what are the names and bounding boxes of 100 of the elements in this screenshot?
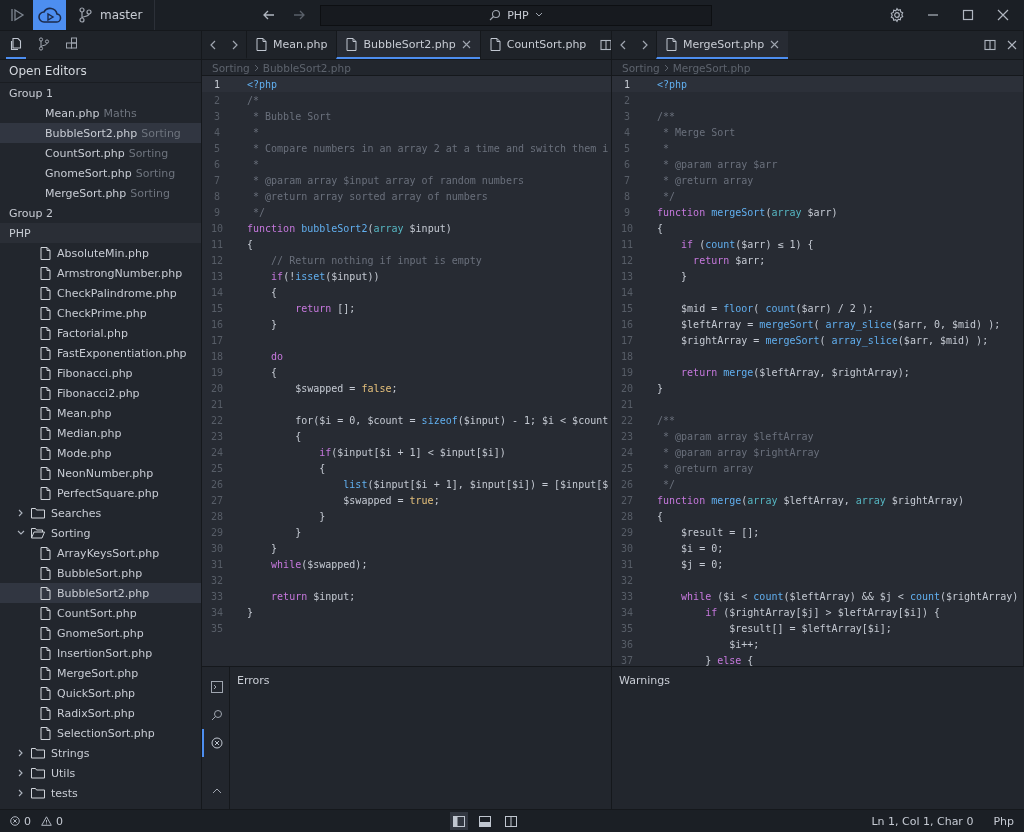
file-item[interactable]: BubbleSort.php: [0, 563, 201, 583]
open-editor-item[interactable]: Mean.php Maths: [0, 103, 201, 123]
maximize-icon[interactable]: [961, 8, 975, 22]
cloud-icon: [37, 6, 62, 24]
chevron-up-icon: [211, 787, 222, 795]
file-item[interactable]: RadixSort.php: [0, 703, 201, 723]
code-line: }: [318, 510, 326, 522]
code-line: {: [657, 510, 664, 522]
folder-item[interactable]: Searches: [0, 503, 201, 523]
code-line: $mid = floor( count($arr) / 2 );: [680, 302, 874, 314]
file-icon: [40, 406, 51, 420]
split-editor-icon[interactable]: [599, 38, 611, 52]
settings-icon[interactable]: [889, 7, 905, 23]
code-line: * @return array: [662, 462, 754, 474]
close-icon[interactable]: [996, 8, 1010, 22]
open-editor-item[interactable]: BubbleSort2.php Sorting: [0, 123, 201, 143]
file-icon: [489, 37, 501, 51]
open-editor-item[interactable]: CountSort.php Sorting: [0, 143, 201, 163]
file-icon: [40, 726, 51, 740]
code-line: do: [270, 350, 284, 362]
app-logo-button[interactable]: [33, 0, 66, 30]
close-icon[interactable]: [461, 39, 471, 49]
close-icon[interactable]: [770, 39, 780, 49]
file-item[interactable]: QuickSort.php: [0, 683, 201, 703]
error-count[interactable]: 0: [10, 814, 31, 828]
file-icon: [40, 386, 51, 400]
editor-tab[interactable]: MergeSort.php: [656, 31, 789, 59]
branch-button[interactable]: master: [66, 0, 156, 30]
code-line: * @param array $arr: [662, 158, 778, 170]
open-editor-item[interactable]: GnomeSort.php Sorting: [0, 163, 201, 183]
file-item[interactable]: NeonNumber.php: [0, 463, 201, 483]
code-line: }: [680, 270, 688, 282]
warning-icon: [41, 816, 52, 826]
code-line: * @return array: [662, 174, 754, 186]
code-line: $leftArray = mergeSort( array_slice($arr, 0, $mid) );: [680, 318, 1001, 330]
folder-item[interactable]: Utils: [0, 763, 201, 783]
chevron-right-icon: [252, 63, 260, 72]
code-line: $rightArray = mergeSort( array_slice($arr, $mid) );: [680, 334, 989, 346]
error-icon: [10, 816, 20, 826]
file-item[interactable]: Median.php: [0, 423, 201, 443]
file-item[interactable]: AbsoluteMin.php: [0, 243, 201, 263]
language-mode[interactable]: Php: [993, 814, 1014, 828]
forward-arrow-icon[interactable]: [292, 8, 306, 22]
code-line: return [];: [294, 302, 356, 314]
code-line: * @param array $leftArray: [662, 430, 814, 442]
file-icon: [40, 246, 51, 260]
code-line: if ($rightArray[$j] > $leftArray[$i]) {: [704, 606, 940, 618]
file-item[interactable]: FastExponentiation.php: [0, 343, 201, 363]
code-line: $j = 0;: [680, 558, 724, 570]
back-arrow-icon[interactable]: [262, 8, 276, 22]
file-item[interactable]: CheckPrime.php: [0, 303, 201, 323]
file-item[interactable]: Mode.php: [0, 443, 201, 463]
group-label: Group 1: [8, 85, 54, 102]
file-icon: [40, 286, 51, 300]
file-item[interactable]: InsertionSort.php: [0, 643, 201, 663]
file-item[interactable]: Factorial.php: [0, 323, 201, 343]
close-icon[interactable]: [1005, 38, 1019, 52]
code-line: } else {: [704, 654, 754, 666]
file-item[interactable]: CountSort.php: [0, 603, 201, 623]
file-icon: [40, 686, 51, 700]
file-item[interactable]: CheckPalindrome.php: [0, 283, 201, 303]
file-item[interactable]: Fibonacci2.php: [0, 383, 201, 403]
code-line: * Merge Sort: [662, 126, 736, 138]
file-item[interactable]: ArmstrongNumber.php: [0, 263, 201, 283]
file-item[interactable]: BubbleSort2.php: [0, 583, 201, 603]
file-item[interactable]: Fibonacci.php: [0, 363, 201, 383]
file-item[interactable]: Mean.php: [0, 403, 201, 423]
file-item[interactable]: PerfectSquare.php: [0, 483, 201, 503]
open-editor-item[interactable]: MergeSort.php Sorting: [0, 183, 201, 203]
code-line: $i = 0;: [680, 542, 724, 554]
file-item[interactable]: ArrayKeysSort.php: [0, 543, 201, 563]
group-label: Group 2: [8, 205, 54, 222]
file-icon: [346, 37, 358, 51]
editor-tab[interactable]: BubbleSort2.php: [336, 31, 480, 59]
sidebar-toggle[interactable]: [450, 812, 468, 830]
code-line: }: [270, 542, 278, 554]
folder-item[interactable]: Sorting: [0, 523, 201, 543]
project-header[interactable]: PHP: [0, 223, 201, 243]
file-item[interactable]: MergeSort.php: [0, 663, 201, 683]
split-editor-icon[interactable]: [983, 38, 997, 52]
code-line: return $arr;: [692, 254, 766, 266]
code-line: function merge(array $leftArray, array $rightArray): [657, 494, 965, 506]
file-icon: [40, 706, 51, 720]
cursor-position[interactable]: Ln 1, Col 1, Char 0: [871, 814, 974, 828]
code-line: // Return nothing if input is empty: [270, 254, 482, 266]
code-line: {: [247, 238, 254, 250]
command-field[interactable]: PHP: [320, 4, 712, 26]
code-line: * @param array $input array of random numbers: [252, 174, 524, 186]
folder-item[interactable]: Strings: [0, 743, 201, 763]
file-item[interactable]: GnomeSort.php: [0, 623, 201, 643]
warning-count[interactable]: 0: [41, 814, 63, 828]
section-header[interactable]: Open Editors: [0, 60, 201, 83]
file-item[interactable]: SelectionSort.php: [0, 723, 201, 743]
editor-tab[interactable]: CountSort.php: [479, 31, 596, 59]
folder-icon: [31, 767, 45, 779]
code-line: * Bubble Sort: [252, 110, 332, 122]
search-icon: [489, 9, 502, 21]
folder-icon: [31, 507, 45, 519]
folder-item[interactable]: tests: [0, 783, 201, 803]
file-icon: [40, 606, 51, 620]
